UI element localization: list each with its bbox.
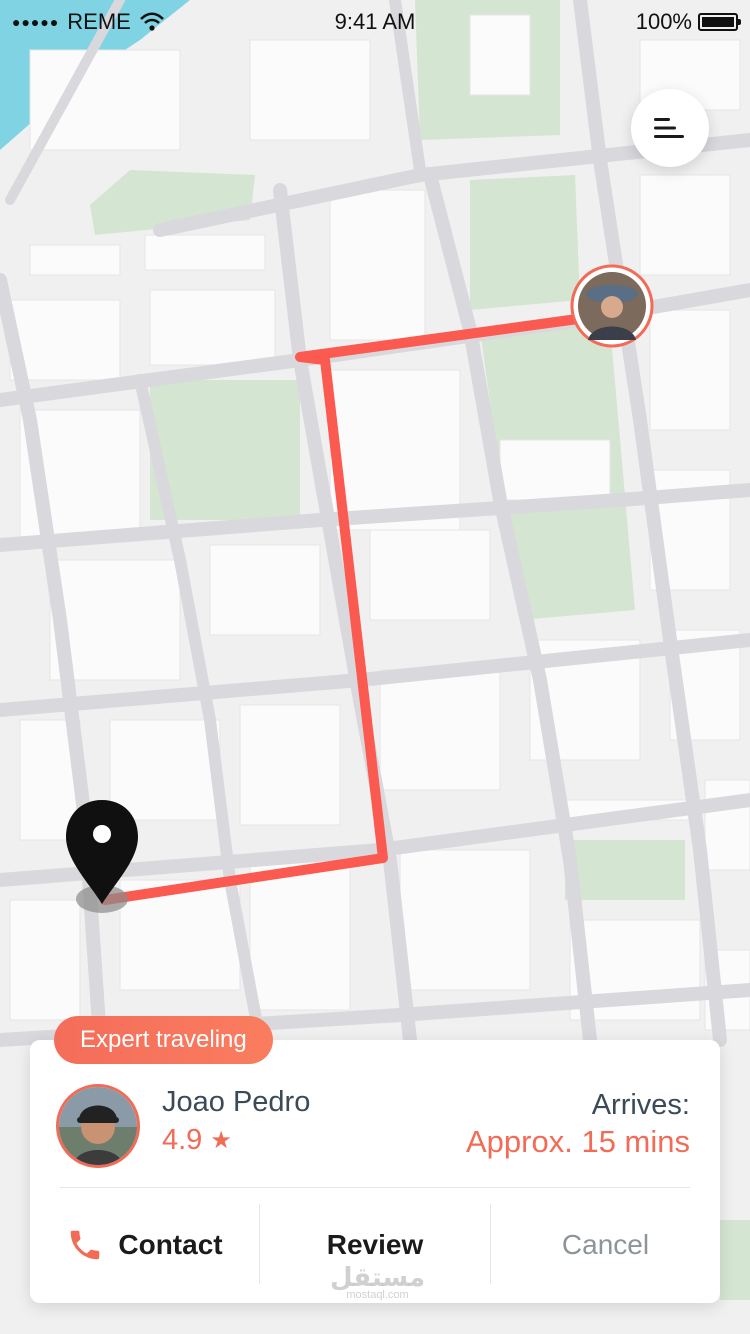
phone-icon	[71, 1230, 100, 1260]
driver-avatar[interactable]	[56, 1084, 140, 1168]
eta-value: Approx. 15 mins	[466, 1124, 690, 1159]
menu-lines-icon	[654, 118, 684, 138]
driver-rating: 4.9 ★	[162, 1124, 232, 1157]
battery-icon	[698, 13, 741, 31]
traveler-avatar[interactable]	[570, 264, 654, 348]
contact-button[interactable]: Contact	[30, 1220, 259, 1270]
cancel-label: Cancel	[561, 1229, 650, 1260]
battery-percent: 100%	[635, 9, 692, 34]
cancel-button[interactable]: Cancel	[491, 1220, 720, 1270]
card-divider	[60, 1187, 690, 1188]
star-icon: ★	[210, 1127, 232, 1154]
rating-value: 4.9	[162, 1124, 203, 1156]
location-pin-icon[interactable]	[66, 800, 138, 913]
arrives-label: Arrives:	[591, 1089, 690, 1121]
expert-traveling-badge: Expert traveling	[54, 1016, 273, 1064]
status-bar: ●●●●● REME 9:41 AM 100%	[0, 0, 750, 44]
driver-photo	[59, 1087, 137, 1165]
watermark-logo: مستقل mostaql.com	[330, 1262, 425, 1301]
menu-button[interactable]	[631, 89, 709, 167]
contact-label: Contact	[118, 1229, 223, 1260]
driver-name: Joao Pedro	[162, 1086, 311, 1118]
battery-status: 100%	[635, 9, 741, 35]
review-label: Review	[326, 1229, 424, 1260]
